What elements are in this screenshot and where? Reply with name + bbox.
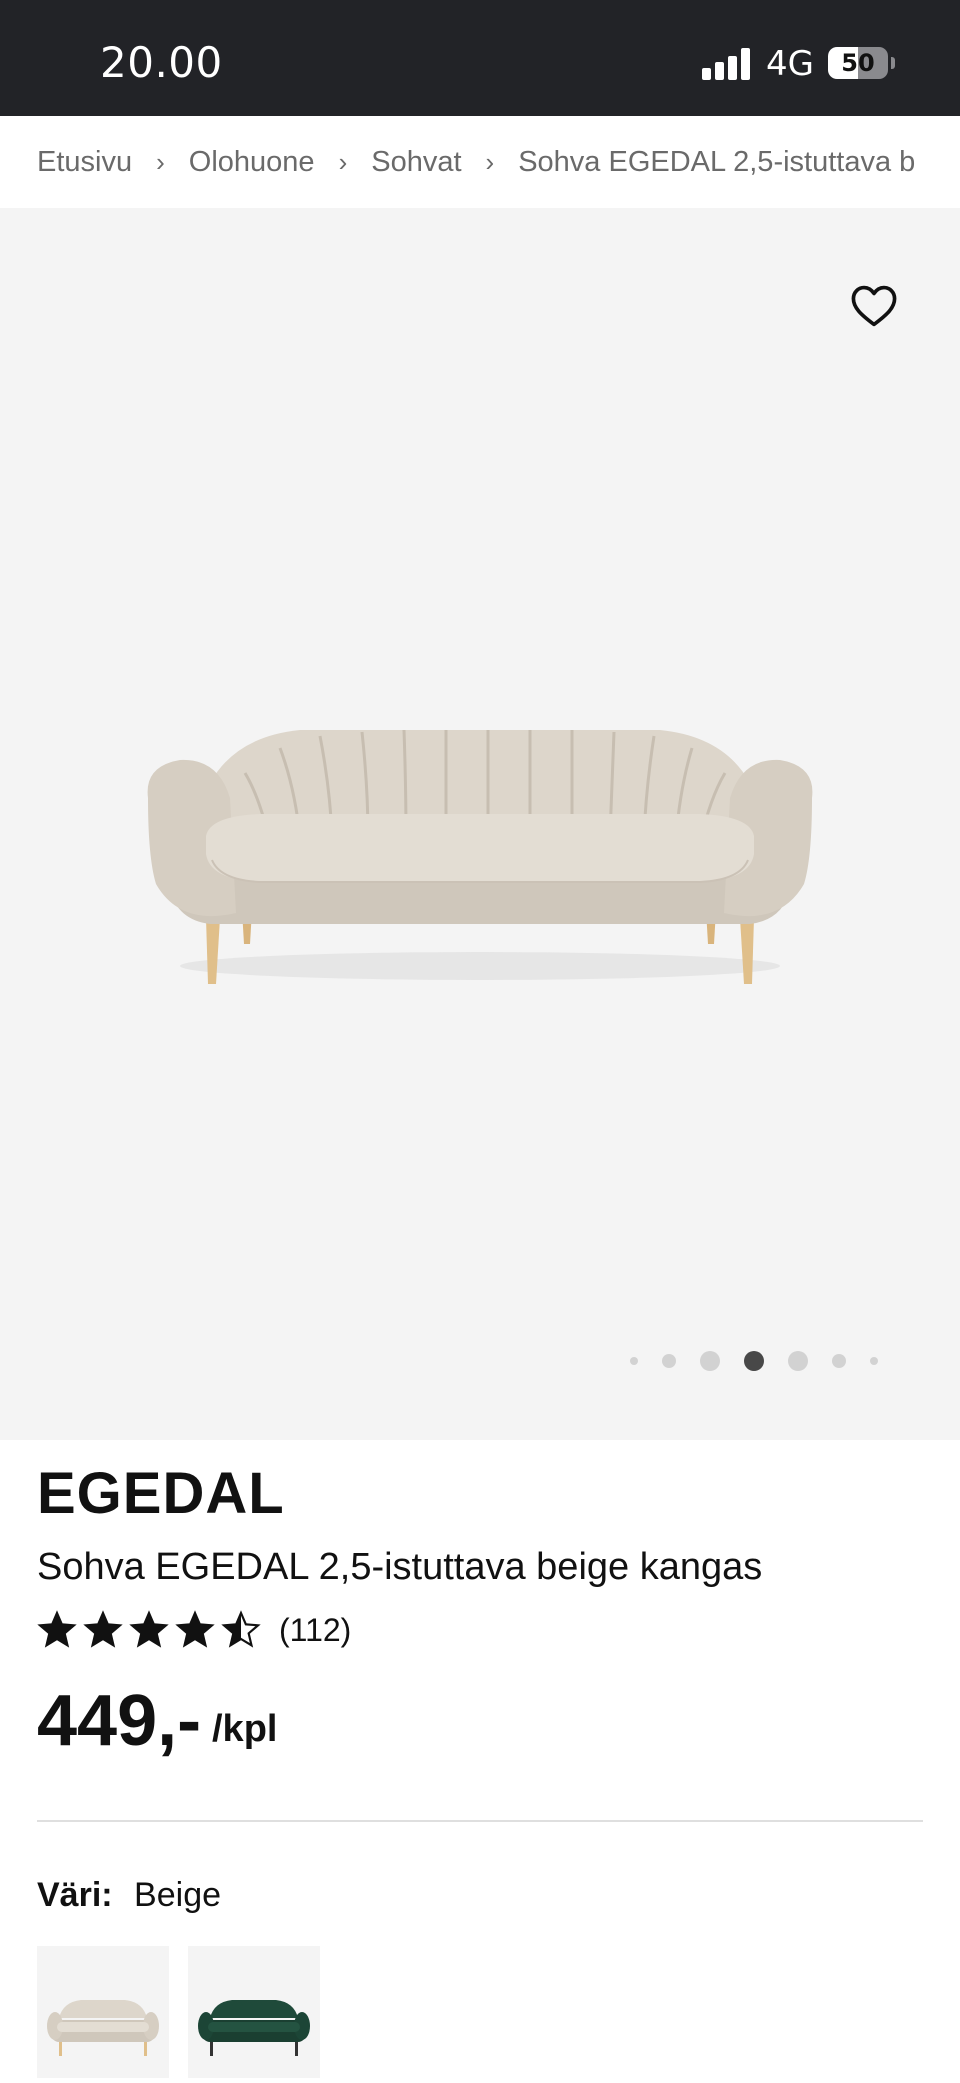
carousel-dot[interactable]: [700, 1351, 720, 1371]
swatch-sofa-green: [198, 2000, 310, 2056]
product-image-sofa: [147, 729, 813, 984]
star-full-icon: [129, 1610, 169, 1648]
status-bar: 20.00 4G 50: [0, 0, 960, 116]
breadcrumb-sofas[interactable]: Sohvat: [371, 146, 461, 179]
carousel-dot[interactable]: [630, 1357, 638, 1365]
star-full-icon: [175, 1610, 215, 1648]
divider: [37, 1820, 923, 1822]
carousel-pagination: [630, 1348, 902, 1374]
carousel-dot[interactable]: [662, 1354, 676, 1368]
swatch-sofa-beige: [47, 2000, 159, 2056]
review-count[interactable]: (112): [279, 1612, 351, 1649]
star-full-icon: [37, 1610, 77, 1648]
star-half-icon: [221, 1610, 261, 1648]
battery-percent: 50: [841, 49, 875, 77]
color-swatch-beige[interactable]: [37, 1946, 169, 2078]
carousel-dot-active[interactable]: [744, 1351, 764, 1371]
breadcrumb-current: Sohva EGEDAL 2,5-istuttava b: [518, 145, 916, 178]
network-type: 4G: [766, 44, 814, 84]
color-selector-label: Väri: Beige: [37, 1876, 221, 1915]
selected-color: Beige: [134, 1876, 222, 1914]
product-price: 449,-: [37, 1681, 202, 1761]
breadcrumb-separator: ›: [156, 146, 165, 177]
breadcrumb-living-room[interactable]: Olohuone: [189, 146, 315, 179]
star-full-icon: [83, 1610, 123, 1648]
breadcrumb-separator: ›: [338, 146, 348, 177]
breadcrumb-separator: ›: [485, 146, 495, 177]
battery-tip: [891, 57, 895, 69]
color-label: Väri:: [37, 1876, 113, 1914]
product-image-gallery[interactable]: [0, 208, 960, 1440]
product-rating[interactable]: (112): [37, 1610, 351, 1650]
carousel-dot[interactable]: [788, 1351, 808, 1371]
color-swatch-green[interactable]: [188, 1946, 320, 2078]
breadcrumb-home[interactable]: Etusivu: [37, 146, 132, 179]
carousel-dot[interactable]: [832, 1354, 846, 1368]
breadcrumb: Etusivu › Olohuone › Sohvat › Sohva EGED…: [37, 116, 960, 208]
price-unit: /kpl: [212, 1708, 278, 1750]
cellular-signal-icon: [702, 48, 750, 80]
rating-stars: [37, 1610, 267, 1650]
product-name: EGEDAL: [37, 1461, 285, 1526]
status-time: 20.00: [100, 38, 223, 87]
battery-icon: 50: [828, 47, 888, 79]
carousel-dot[interactable]: [870, 1357, 878, 1365]
heart-icon[interactable]: [848, 280, 900, 332]
product-description: Sohva EGEDAL 2,5-istuttava beige kangas: [37, 1546, 763, 1588]
